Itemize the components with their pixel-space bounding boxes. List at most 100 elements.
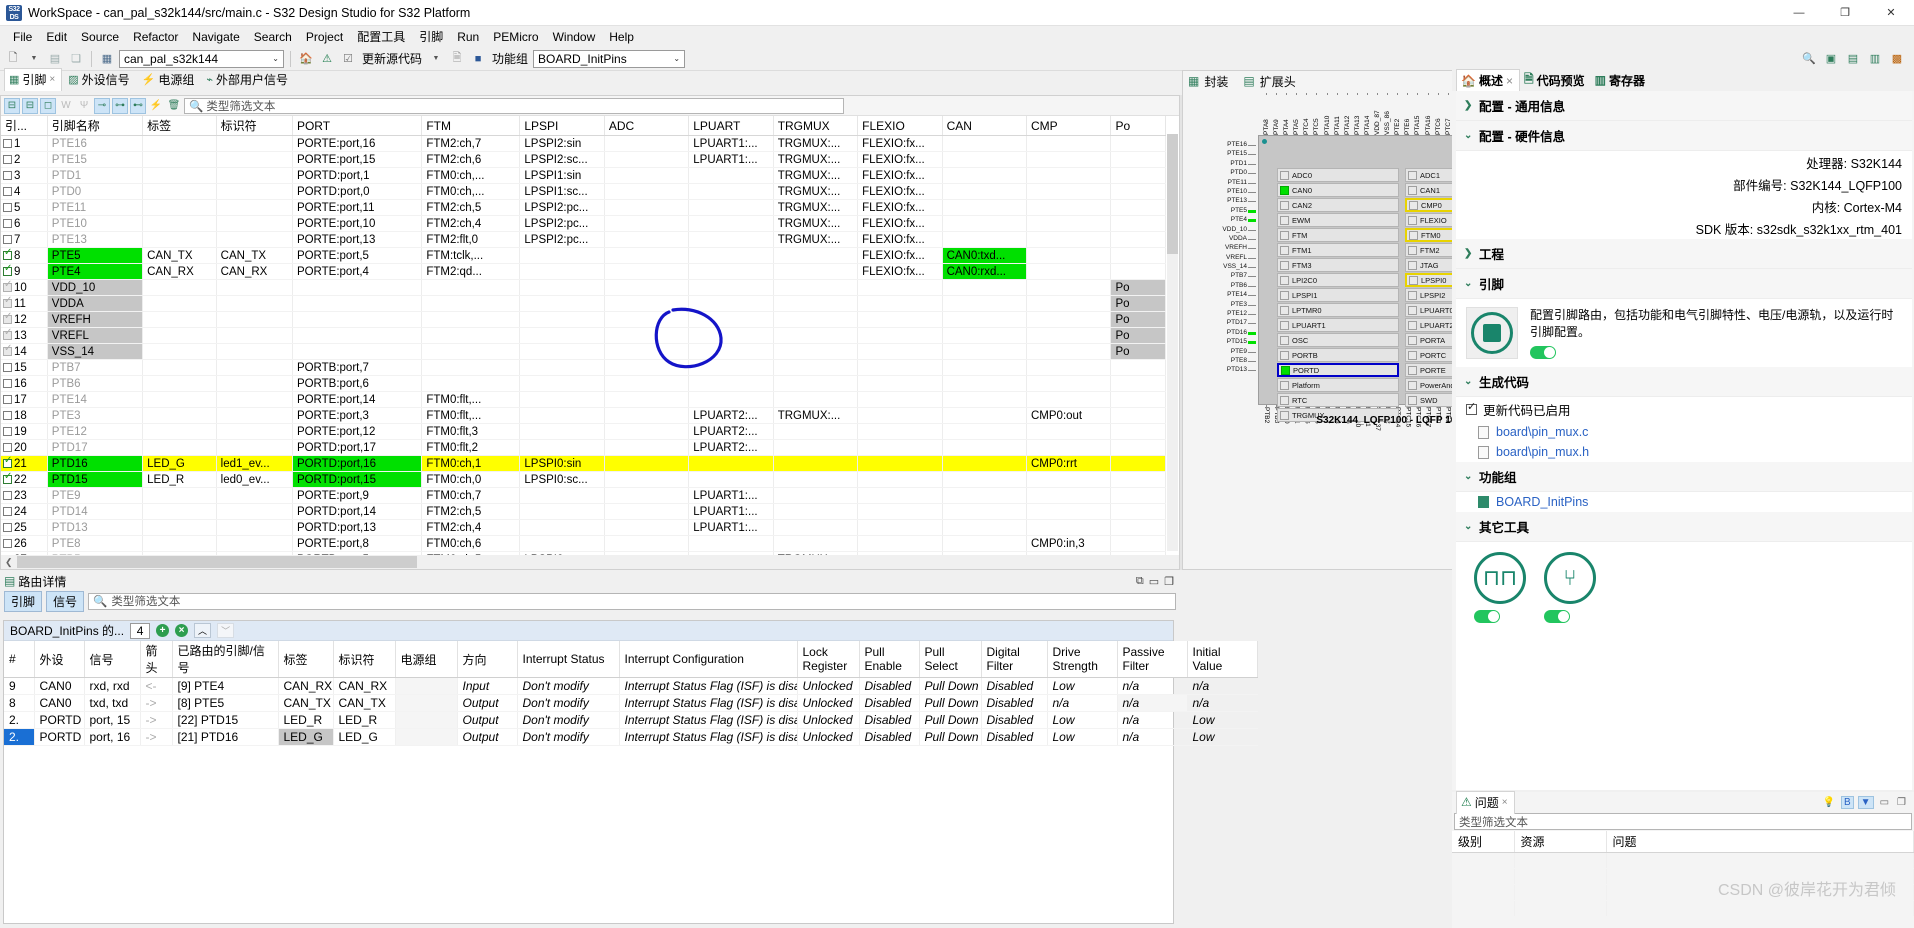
pin-cell-ftm[interactable]: FTM0:flt,2 <box>421 439 521 456</box>
route-col-14[interactable]: Digital Filter <box>981 641 1048 678</box>
chip-pin-label[interactable]: PTA10 <box>1324 93 1331 135</box>
new-file-icon[interactable]: 🗋 <box>4 50 22 68</box>
route-cell-pullen[interactable]: Disabled <box>859 694 920 712</box>
pin-cell-ftm[interactable] <box>421 343 521 360</box>
chip-pin-label[interactable]: PTC5 <box>1313 93 1320 135</box>
pin-cell-lpspi[interactable] <box>519 503 605 520</box>
pin-row-number[interactable]: 18 <box>1 407 48 424</box>
route-cell-routed[interactable]: [8] PTE5 <box>172 694 279 712</box>
tab-code-preview[interactable]: 🗎 代码预览 <box>1520 68 1591 94</box>
pin-cell-can[interactable] <box>942 519 1028 536</box>
table-row[interactable]: 4 PTD0 PORTD:port,0 FTM0:ch,... LPSPI1:sc...… <box>1 183 1166 200</box>
pin-cell-port[interactable] <box>292 295 423 312</box>
pin-cell-name[interactable]: PTE8 <box>47 535 144 552</box>
pin-row-number[interactable]: 5 <box>1 199 48 216</box>
pin-row-number[interactable]: 23 <box>1 487 48 504</box>
pin-cell-ftm[interactable]: FTM0:flt,... <box>421 391 521 408</box>
pin-enable-checkbox[interactable] <box>3 426 12 436</box>
route-col-11[interactable]: Lock Register <box>797 641 860 678</box>
pin-cell-trgmux[interactable]: TRGMUX:... <box>773 215 859 232</box>
pin-cell-can[interactable] <box>942 439 1028 456</box>
route-search-input[interactable]: 🔍 类型筛选文本 <box>88 592 1176 610</box>
pin-enable-checkbox[interactable] <box>3 312 12 324</box>
pin-cell-port[interactable] <box>292 327 423 344</box>
menu-item-pins[interactable]: 引脚 <box>412 26 450 47</box>
menu-item-search[interactable]: Search <box>247 28 299 46</box>
pin-row-number[interactable]: 8 <box>1 247 48 264</box>
peripheral-toggle[interactable] <box>1408 215 1417 225</box>
pin-cell-trgmux[interactable] <box>773 327 859 344</box>
chip-pin-label[interactable]: PTE15 <box>1205 150 1257 159</box>
pin-cell-name[interactable]: VSS_14 <box>47 343 144 360</box>
table-row[interactable]: 23 PTE9 PORTE:port,9 FTM0:ch,7 LPUART1:... <box>1 487 1166 504</box>
pin-cell-adc[interactable] <box>604 279 690 296</box>
pin-cell-can[interactable] <box>942 455 1028 472</box>
route-cell-passive[interactable]: n/a <box>1117 677 1188 695</box>
menu-bar[interactable]: File Edit Source Refactor Navigate Searc… <box>0 26 1914 47</box>
pin-row-number[interactable]: 21 <box>1 455 48 472</box>
pin-cell-ftm[interactable]: FTM2:ch,7 <box>421 135 521 152</box>
peripheral-toggle[interactable] <box>1408 305 1417 315</box>
remove-route-icon[interactable]: × <box>175 624 189 637</box>
pin-row-number[interactable]: 19 <box>1 423 48 440</box>
pin-filter-bar[interactable]: ⊟ ⊟ ◻ W Ψ ⊸ ⊶ ⊷ ⚡ 🗑 🔍 类型筛选文本 <box>1 96 1179 116</box>
funcgroup-icon[interactable]: ■ <box>469 50 487 68</box>
search-icon[interactable]: 🔍 <box>1800 50 1818 68</box>
pin-cell-lpuart[interactable]: LPUART1:... <box>688 503 774 520</box>
pin-cell-id[interactable] <box>216 439 293 456</box>
pin-row-number[interactable]: 7 <box>1 231 48 248</box>
tab-header-label[interactable]: 扩展头 <box>1260 73 1296 90</box>
pin-row-number[interactable]: 22 <box>1 471 48 488</box>
pin-cell-port[interactable]: PORTE:port,3 <box>292 407 423 424</box>
route-cell-pullsel[interactable]: Pull Down <box>919 694 982 712</box>
peripheral-toggle[interactable] <box>1409 200 1418 210</box>
route-cell-periph[interactable]: PORTD <box>34 728 85 746</box>
pin-cell-ftm[interactable]: FTM0:flt,3 <box>421 423 521 440</box>
pin-cell-lpspi[interactable]: LPSPI0:sc... <box>519 471 605 488</box>
pin-cell-adc[interactable] <box>604 375 690 392</box>
pin-cell-can[interactable] <box>942 359 1028 376</box>
pin-cell-trgmux[interactable]: TRGMUX:... <box>773 151 859 168</box>
peripherals-tool[interactable]: ⑂ <box>1544 552 1600 623</box>
pin-enable-checkbox[interactable] <box>3 394 12 404</box>
main-toolbar[interactable]: 🗋 ▼ ▤ ❏ ▦ can_pal_s32k144 ⌄ 🏠 ⚠ ☑ 更新源代码 … <box>0 47 1914 71</box>
pin-cell-lpspi[interactable] <box>519 407 605 424</box>
pin-cell-id[interactable] <box>216 231 293 248</box>
pin-cell-adc[interactable] <box>604 455 690 472</box>
pin-cell-trgmux[interactable] <box>773 391 859 408</box>
pin-cell-can[interactable] <box>942 279 1028 296</box>
route-cell-istatus[interactable]: Don't modify <box>517 694 620 712</box>
close-button[interactable]: ✕ <box>1868 0 1914 26</box>
problems-controls[interactable]: 💡 B ▼ ▭ ❐ <box>1821 795 1914 809</box>
pin-cell-ftm[interactable]: FTM0:ch,... <box>421 183 521 200</box>
menu-item-project[interactable]: Project <box>299 28 350 46</box>
pin-cell-port[interactable]: PORTE:port,12 <box>292 423 423 440</box>
route-cell-dfilter[interactable]: Disabled <box>981 677 1048 695</box>
pin-cell-trgmux[interactable] <box>773 471 859 488</box>
peripheral-toggle[interactable] <box>1280 275 1289 285</box>
route-cell-routed[interactable]: [9] PTE4 <box>172 677 279 695</box>
hscroll-thumb[interactable] <box>16 556 417 568</box>
pin-cell-id[interactable] <box>216 535 293 552</box>
pin-cell-cmp[interactable]: CMP0:in,3 <box>1026 535 1112 552</box>
route-col-13[interactable]: Pull Select <box>919 641 982 678</box>
pin-cell-id[interactable] <box>216 135 293 152</box>
route-toggle-signal[interactable]: 信号 <box>46 590 85 612</box>
table-row[interactable]: 21PTD16LED_Gled1_ev...PORTD:port,16FTM0:… <box>1 455 1166 472</box>
route-cell-pullsel[interactable]: Pull Down <box>919 711 982 729</box>
pin-cell-can[interactable] <box>942 215 1028 232</box>
pin-enable-checkbox[interactable] <box>3 378 12 388</box>
route-col-0[interactable]: # <box>4 641 35 678</box>
route-cell-drive[interactable]: Low <box>1047 711 1118 729</box>
route-cell-label[interactable]: LED_G <box>278 728 334 746</box>
pin-cell-cmp[interactable] <box>1026 439 1112 456</box>
pin-enable-checkbox[interactable] <box>3 154 12 164</box>
pin-row-number[interactable]: 2 <box>1 151 48 168</box>
pin-cell-flexio[interactable]: FLEXIO:fx... <box>857 247 943 264</box>
route-toggle-pin[interactable]: 引脚 <box>4 590 43 612</box>
route-cell-periph[interactable]: PORTD <box>34 711 85 729</box>
pin-enable-checkbox[interactable] <box>3 472 12 484</box>
pin-enable-checkbox[interactable] <box>3 456 12 468</box>
pin-cell-name[interactable]: VREFL <box>47 327 144 344</box>
perspective-icon-2[interactable]: ▤ <box>1844 50 1862 68</box>
